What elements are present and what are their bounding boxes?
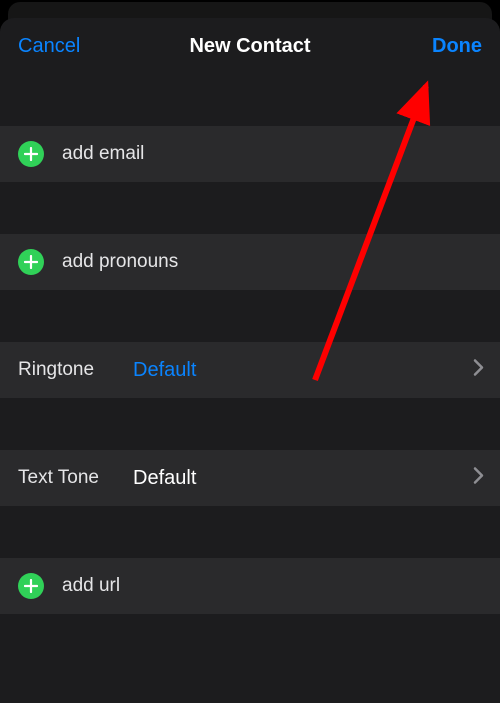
texttone-label: Text Tone	[18, 467, 133, 489]
form-content: add email add pronouns Ringtone Default …	[0, 74, 500, 703]
add-url-label: add url	[62, 575, 120, 597]
ringtone-value: Default	[133, 359, 196, 382]
chevron-right-icon	[473, 359, 484, 382]
texttone-value: Default	[133, 467, 196, 490]
add-pronouns-row[interactable]: add pronouns	[0, 234, 500, 290]
add-url-row[interactable]: add url	[0, 558, 500, 614]
section-gap	[0, 398, 500, 450]
ringtone-label: Ringtone	[18, 359, 133, 381]
add-email-label: add email	[62, 143, 144, 165]
new-contact-sheet: Cancel New Contact Done add email add pr…	[0, 18, 500, 703]
done-button[interactable]: Done	[432, 35, 482, 58]
chevron-right-icon	[473, 467, 484, 490]
section-gap	[0, 74, 500, 126]
texttone-row[interactable]: Text Tone Default	[0, 450, 500, 506]
plus-icon	[18, 573, 44, 599]
add-email-row[interactable]: add email	[0, 126, 500, 182]
modal-header: Cancel New Contact Done	[0, 18, 500, 74]
section-gap	[0, 614, 500, 644]
plus-icon	[18, 141, 44, 167]
plus-icon	[18, 249, 44, 275]
page-title: New Contact	[189, 35, 310, 58]
cancel-button[interactable]: Cancel	[18, 35, 80, 58]
add-pronouns-label: add pronouns	[62, 251, 178, 273]
ringtone-row[interactable]: Ringtone Default	[0, 342, 500, 398]
section-gap	[0, 290, 500, 342]
section-gap	[0, 506, 500, 558]
section-gap	[0, 182, 500, 234]
